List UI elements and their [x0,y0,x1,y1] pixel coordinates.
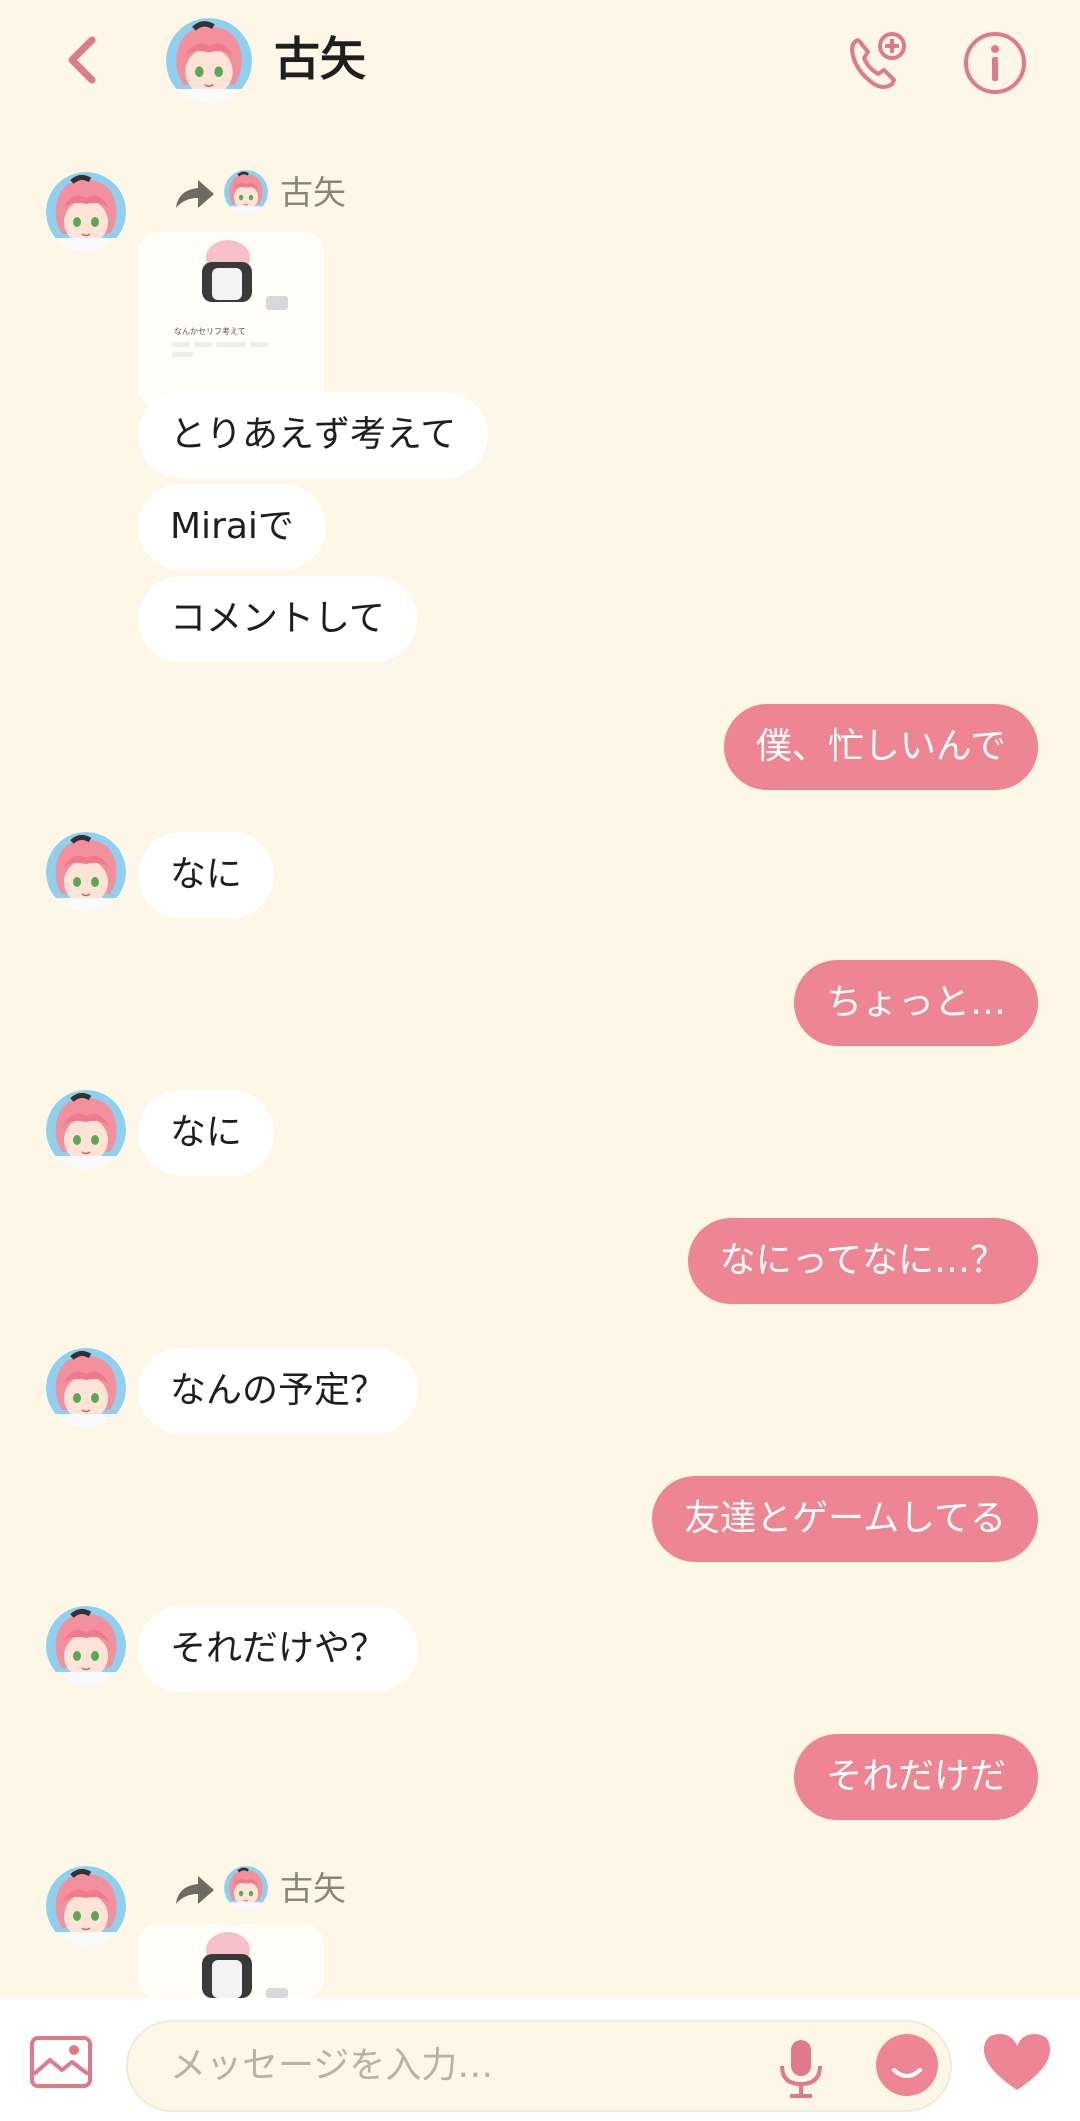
chat-title: 古矢 [274,32,366,86]
avatar[interactable] [166,18,252,104]
chevron-left-icon[interactable] [58,32,110,88]
phone-plus-icon[interactable] [844,30,908,94]
chat-header: 古矢 [0,0,1080,120]
post-thumbnail [202,1932,288,1998]
outgoing-message[interactable]: 僕、忙しいんで [723,704,1038,790]
forward-arrow-icon [176,1876,214,1904]
incoming-message[interactable]: なに [138,1090,275,1176]
heart-icon[interactable] [980,2030,1054,2094]
smiley-icon[interactable] [874,2032,940,2098]
forwarded-sender-name: 古矢 [280,173,346,212]
post-title: なんかセリフ考えて [174,327,246,336]
avatar [224,1866,268,1910]
post-thumbnail [172,240,288,357]
avatar[interactable] [46,1866,126,1946]
message-input-placeholder: メッセージを入力… [170,2045,494,2086]
composer-bar: メッセージを入力… [0,1998,1080,2121]
image-icon[interactable] [28,2034,94,2090]
avatar[interactable] [46,1090,126,1170]
avatar[interactable] [46,1348,126,1428]
microphone-icon[interactable] [776,2036,826,2100]
incoming-message[interactable]: Miraiで [138,484,326,570]
incoming-message[interactable]: なんの予定？ [138,1348,419,1434]
avatar[interactable] [46,1606,126,1686]
outgoing-message[interactable]: それだけだ [793,1734,1038,1820]
info-icon[interactable] [962,30,1028,96]
avatar [224,170,268,214]
avatar[interactable] [46,172,126,252]
incoming-message[interactable]: コメントして [138,576,417,662]
incoming-message[interactable]: なに [138,832,275,918]
avatar[interactable] [46,832,126,912]
forwarded-post-card[interactable]: なんかセリフ考えて [138,232,324,408]
incoming-message[interactable]: とりあえず考えて [138,392,489,478]
forwarded-post-card[interactable] [138,1924,324,1998]
forward-arrow-icon [176,180,214,208]
outgoing-message[interactable]: なにってなに…？ [687,1218,1038,1304]
message-input[interactable]: メッセージを入力… [126,2020,952,2112]
incoming-message[interactable]: それだけや？ [138,1606,419,1692]
outgoing-message[interactable]: 友達とゲームしてる [652,1476,1038,1562]
outgoing-message[interactable]: ちょっと… [793,960,1038,1046]
forwarded-sender-name: 古矢 [280,1869,346,1908]
